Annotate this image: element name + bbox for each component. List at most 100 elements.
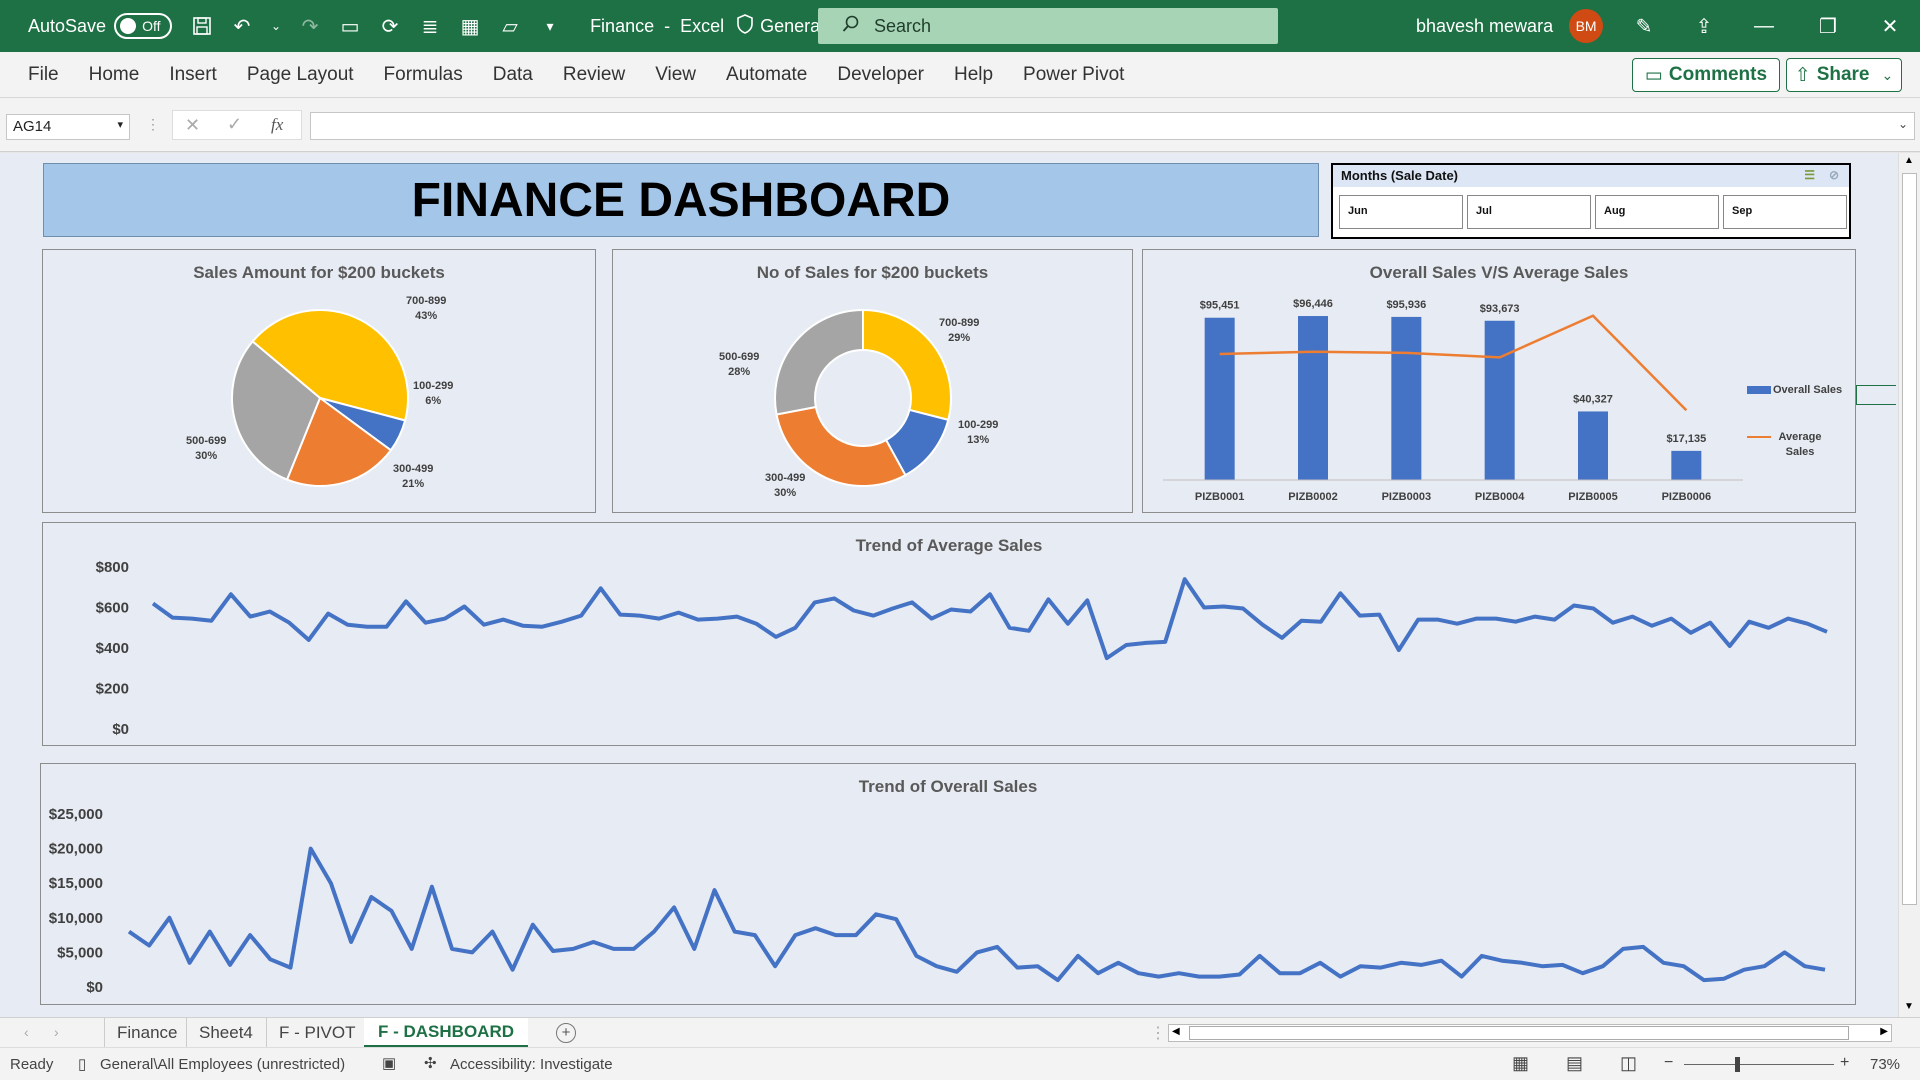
- cancel-icon[interactable]: ✕: [185, 115, 200, 136]
- macro-record-icon[interactable]: ▣: [382, 1054, 396, 1072]
- zoom-slider[interactable]: [1684, 1064, 1834, 1065]
- avatar: BM: [1569, 9, 1604, 43]
- redo-icon: ↷: [301, 15, 319, 38]
- table-icon[interactable]: ▦: [458, 14, 482, 38]
- next-sheet-icon[interactable]: ›: [54, 1024, 59, 1040]
- sort-icon[interactable]: ≣: [418, 14, 442, 38]
- bar-label: $95,451: [1200, 300, 1240, 312]
- tab-view[interactable]: View: [653, 56, 698, 94]
- worksheet-area[interactable]: FINANCE DASHBOARD Months (Sale Date) ☰ ⊘…: [0, 153, 1900, 1017]
- scroll-right-icon[interactable]: ▶: [1880, 1026, 1888, 1037]
- pie-label-500-699: 500-699 30%: [186, 435, 227, 462]
- hscroll-thumb[interactable]: [1189, 1026, 1849, 1040]
- sheet-tab-sheet4[interactable]: Sheet4: [186, 1018, 265, 1048]
- autosave[interactable]: AutoSave Off: [28, 13, 173, 39]
- tab-help[interactable]: Help: [952, 56, 995, 94]
- trend-average-sales-chart[interactable]: Trend of Average Sales $800 $600 $400 $200 $…: [42, 522, 1856, 746]
- y-tick-label: $0: [86, 979, 103, 996]
- category-label: PIZB0005: [1568, 491, 1618, 503]
- category-label: PIZB0006: [1662, 491, 1712, 503]
- accessibility-status[interactable]: Accessibility: Investigate: [450, 1056, 613, 1073]
- tab-power-pivot[interactable]: Power Pivot: [1021, 56, 1126, 94]
- tab-automate[interactable]: Automate: [724, 56, 809, 94]
- customize-toolbar-icon[interactable]: ▾: [538, 14, 562, 38]
- sales-amount-pie-chart[interactable]: Sales Amount for $200 buckets 700-899 43%…: [42, 249, 596, 513]
- month-slicer[interactable]: Months (Sale Date) ☰ ⊘ Jun Jul Aug Sep: [1331, 163, 1851, 239]
- tab-insert[interactable]: Insert: [167, 56, 219, 94]
- undo-icon[interactable]: ↶: [230, 14, 254, 38]
- slicer-item-sep[interactable]: Sep: [1723, 195, 1847, 229]
- comments-button[interactable]: ▭ Comments: [1632, 58, 1780, 92]
- comment-icon[interactable]: ▱: [498, 14, 522, 38]
- y-tick-label: $200: [96, 681, 129, 698]
- sales-count-donut-chart[interactable]: No of Sales for $200 buckets 700-899 29% …: [612, 249, 1133, 513]
- close-button[interactable]: ✕: [1862, 0, 1918, 52]
- autosave-label: AutoSave: [28, 15, 107, 36]
- trend-overall-sales-chart[interactable]: Trend of Overall Sales $25,000 $20,000 $15…: [40, 763, 1856, 1005]
- name-box[interactable]: AG14 ▾: [6, 114, 130, 140]
- present-icon[interactable]: ▭: [338, 14, 362, 38]
- search-icon: [842, 15, 860, 38]
- sheet-tab-f-dashboard[interactable]: F - DASHBOARD: [364, 1018, 528, 1048]
- legend-average-sales: Average Sales: [1747, 430, 1837, 460]
- scroll-thumb[interactable]: [1902, 173, 1917, 905]
- enter-icon[interactable]: ✓: [227, 114, 242, 135]
- zoom-slider-thumb[interactable]: [1735, 1057, 1740, 1072]
- add-sheet-icon[interactable]: +: [556, 1023, 576, 1043]
- save-icon[interactable]: [190, 14, 214, 38]
- normal-view-icon[interactable]: ▦: [1512, 1053, 1529, 1074]
- user-account[interactable]: bhavesh mewara BM: [1416, 9, 1604, 43]
- bar-PIZB0005: [1578, 411, 1608, 480]
- slicer-title: Months (Sale Date) ☰ ⊘: [1333, 165, 1849, 187]
- tab-data[interactable]: Data: [491, 56, 535, 94]
- pen-icon[interactable]: ✎: [1616, 0, 1672, 52]
- undo-dropdown-icon[interactable]: ⌄: [264, 14, 288, 38]
- donut-label-300-499: 300-499 30%: [765, 472, 806, 499]
- page-break-view-icon[interactable]: ◫: [1620, 1053, 1637, 1074]
- scroll-left-icon[interactable]: ◀: [1172, 1026, 1180, 1037]
- ribbon-display-icon[interactable]: ⇪: [1676, 0, 1732, 52]
- zoom-level[interactable]: 73%: [1870, 1056, 1900, 1073]
- share-icon: ⇧: [1794, 64, 1811, 86]
- donut-label-500-699: 500-699 28%: [719, 351, 760, 378]
- slice-500-699: [774, 308, 864, 416]
- clear-filter-icon[interactable]: ⊘: [1829, 168, 1839, 182]
- slicer-item-jul[interactable]: Jul: [1467, 195, 1591, 229]
- autosave-toggle[interactable]: Off: [114, 13, 173, 39]
- search-box[interactable]: Search: [818, 8, 1278, 44]
- tab-home[interactable]: Home: [87, 56, 142, 94]
- expand-formula-icon[interactable]: ⌄: [1898, 117, 1908, 131]
- overall-vs-average-chart[interactable]: Overall Sales V/S Average Sales $95,451 P…: [1142, 249, 1856, 513]
- insert-function-button[interactable]: fx: [271, 115, 283, 135]
- tab-split-icon[interactable]: ⋮: [1150, 1023, 1166, 1043]
- scroll-down-icon[interactable]: ▼: [1904, 1001, 1914, 1012]
- page-layout-view-icon[interactable]: ▤: [1566, 1053, 1583, 1074]
- slicer-item-aug[interactable]: Aug: [1595, 195, 1719, 229]
- zoom-in-icon[interactable]: +: [1840, 1054, 1849, 1072]
- multi-select-icon[interactable]: ☰: [1804, 168, 1815, 182]
- tab-developer[interactable]: Developer: [835, 56, 926, 94]
- sensitivity-status[interactable]: General\All Employees (unrestricted): [100, 1056, 345, 1073]
- tab-review[interactable]: Review: [561, 56, 627, 94]
- more-icon: ⋮: [146, 116, 160, 132]
- share-button[interactable]: ⇧ Share ⌄: [1786, 58, 1902, 92]
- sensitivity-label[interactable]: General: [736, 13, 824, 39]
- tab-formulas[interactable]: Formulas: [382, 56, 465, 94]
- sheet-tab-f-pivot[interactable]: F - PIVOT: [266, 1018, 368, 1048]
- refresh-icon[interactable]: ⟳: [378, 14, 402, 38]
- horizontal-scrollbar[interactable]: ◀ ▶: [1168, 1024, 1892, 1042]
- restore-button[interactable]: ❐: [1800, 0, 1856, 52]
- prev-sheet-icon[interactable]: ‹: [24, 1024, 29, 1040]
- tab-file[interactable]: File: [26, 56, 61, 94]
- tab-page-layout[interactable]: Page Layout: [245, 56, 356, 94]
- scroll-up-icon[interactable]: ▲: [1904, 155, 1914, 166]
- y-tick-label: $10,000: [49, 910, 103, 927]
- formula-input[interactable]: ⌄: [310, 112, 1915, 140]
- minimize-button[interactable]: —: [1736, 0, 1792, 52]
- slicer-item-jun[interactable]: Jun: [1339, 195, 1463, 229]
- zoom-out-icon[interactable]: −: [1664, 1054, 1673, 1072]
- user-name: bhavesh mewara: [1416, 15, 1554, 36]
- vertical-scrollbar[interactable]: ▲ ▼: [1898, 153, 1920, 1017]
- sheet-tab-bar: ‹ › Finance Sheet4 F - PIVOT F - DASHBOA…: [0, 1017, 1920, 1048]
- sheet-tab-finance[interactable]: Finance: [104, 1018, 189, 1048]
